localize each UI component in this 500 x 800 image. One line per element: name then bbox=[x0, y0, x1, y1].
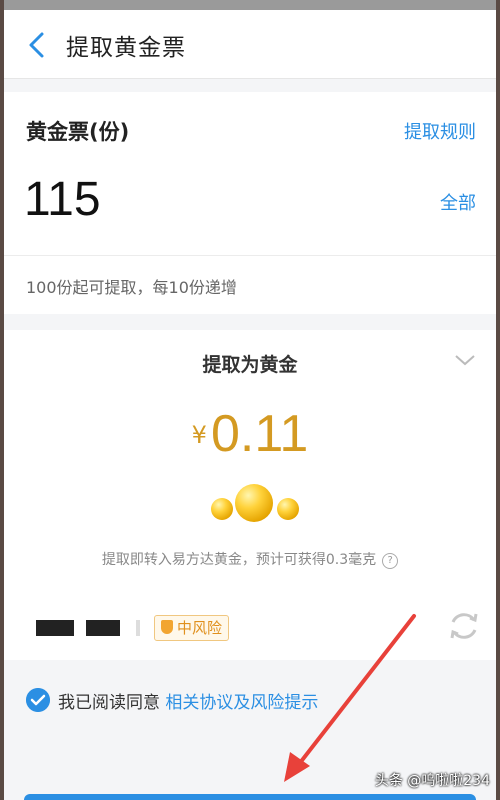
page-title: 提取黄金票 bbox=[66, 35, 186, 61]
chevron-down-icon[interactable] bbox=[454, 352, 476, 368]
status-bar bbox=[4, 0, 496, 10]
help-icon[interactable]: ? bbox=[382, 553, 399, 569]
redacted-block bbox=[136, 620, 140, 636]
gold-coins-icon bbox=[209, 480, 301, 528]
agreement-link[interactable]: 相关协议及风险提示 bbox=[165, 693, 318, 713]
ticket-card: 黄金票(份) 提取规则 115 全部 100份起可提取，每10份递增 bbox=[4, 92, 496, 314]
checkbox-checked-icon[interactable] bbox=[26, 688, 50, 712]
currency-symbol: ¥ bbox=[191, 421, 207, 449]
app-screen: 提取黄金票 黄金票(份) 提取规则 115 全部 100份起可提取，每10份递增… bbox=[4, 0, 496, 800]
amount-hint: 100份起可提取，每10份递增 bbox=[26, 278, 237, 297]
fund-risk-row: 中风险 bbox=[4, 606, 496, 646]
extract-note-text: 提取即转入易方达黄金，预计可获得0.3毫克 bbox=[101, 552, 377, 568]
refresh-icon[interactable] bbox=[446, 608, 482, 644]
risk-badge: 中风险 bbox=[154, 615, 230, 641]
agreement-row: 我已阅读同意 相关协议及风险提示 bbox=[4, 682, 496, 722]
all-button[interactable]: 全部 bbox=[440, 189, 476, 215]
nav-header: 提取黄金票 bbox=[4, 10, 496, 79]
back-arrow-icon[interactable] bbox=[22, 30, 52, 60]
shield-icon bbox=[161, 620, 173, 634]
extract-card: 提取为黄金 ¥0.11 提取即转入易方达黄金，预计可获得0.3毫克? 中风险 bbox=[4, 330, 496, 660]
extract-rules-link[interactable]: 提取规则 bbox=[404, 118, 476, 144]
extract-title: 提取为黄金 bbox=[202, 354, 298, 376]
extract-note: 提取即转入易方达黄金，预计可获得0.3毫克? bbox=[4, 549, 496, 569]
watermark: 头条 @呜啦啦234 bbox=[374, 773, 490, 789]
agreement-prefix: 我已阅读同意 bbox=[58, 693, 160, 713]
gold-value-number: 0.11 bbox=[210, 405, 309, 463]
redacted-block bbox=[86, 620, 120, 636]
risk-badge-label: 中风险 bbox=[177, 619, 223, 637]
confirm-extract-button[interactable] bbox=[24, 794, 476, 800]
redacted-block bbox=[36, 620, 74, 636]
agreement-text: 我已阅读同意 相关协议及风险提示 bbox=[58, 688, 318, 713]
gold-value: ¥0.11 bbox=[4, 404, 496, 464]
ticket-amount-input[interactable]: 115 bbox=[24, 172, 101, 227]
ticket-label: 黄金票(份) bbox=[26, 120, 130, 144]
divider bbox=[4, 255, 496, 256]
